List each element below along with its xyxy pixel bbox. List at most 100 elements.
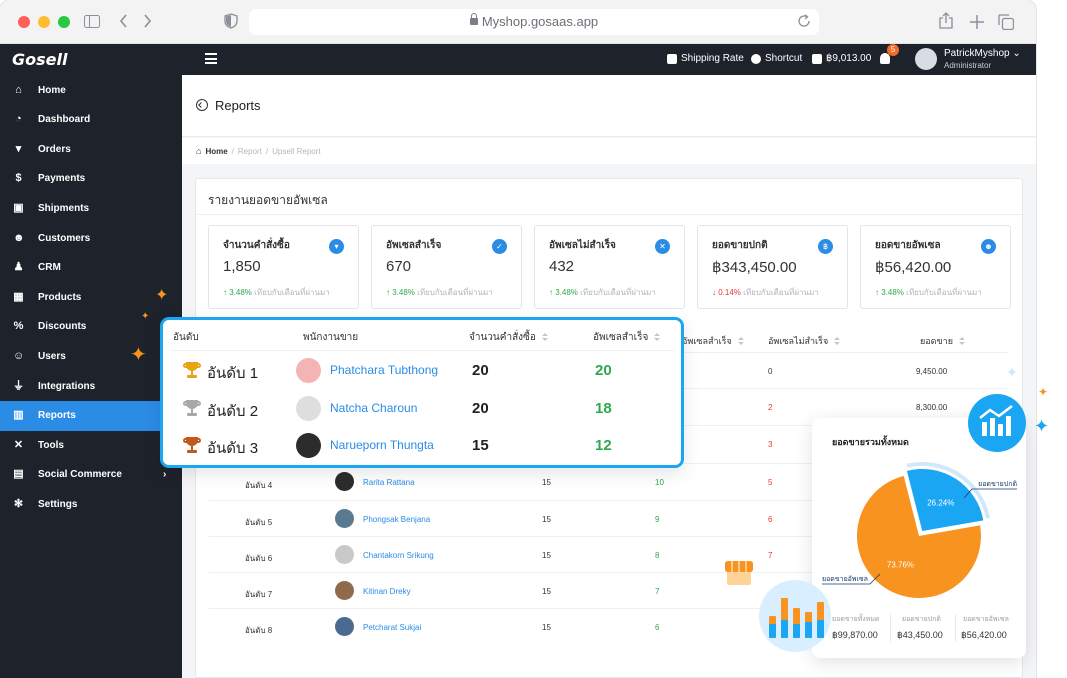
rank-cell: อันดับ 8 bbox=[245, 626, 273, 635]
staff-name-link[interactable]: Natcha Charoun bbox=[330, 401, 417, 415]
browser-toolbar: Myshop.gosaas.app bbox=[0, 0, 1036, 44]
col-header-fail[interactable]: อัพเซลไม่สำเร็จ bbox=[768, 334, 841, 348]
products-icon: ▦ bbox=[13, 290, 24, 303]
dollar-icon: $ bbox=[15, 172, 22, 185]
url-text: Myshop.gosaas.app bbox=[481, 14, 599, 29]
col-header-sales[interactable]: ยอดขาย bbox=[920, 334, 966, 348]
sort-icon[interactable] bbox=[654, 332, 661, 341]
back-arrow-icon[interactable] bbox=[119, 14, 128, 28]
popup-header-staff: พนักงานขาย bbox=[303, 332, 359, 343]
shield-icon[interactable] bbox=[224, 13, 238, 29]
sparkle-icon: ✦ bbox=[1006, 364, 1018, 380]
home-icon: ⌂ bbox=[15, 83, 22, 96]
staff-name-link[interactable]: Kitinan Dreky bbox=[363, 587, 411, 596]
breadcrumb-home[interactable]: Home bbox=[205, 147, 227, 156]
chevron-right-icon[interactable]: › bbox=[163, 469, 166, 480]
forward-arrow-icon[interactable] bbox=[143, 14, 152, 28]
breadcrumb-report[interactable]: Report bbox=[238, 147, 262, 156]
sidebar-item-settings[interactable]: ✻ Settings bbox=[0, 489, 182, 519]
shop-icon bbox=[725, 561, 753, 585]
shortcut-link[interactable]: Shortcut bbox=[751, 53, 802, 64]
close-window-button[interactable] bbox=[18, 16, 30, 28]
sidebar-item-customers[interactable]: ☻ Customers bbox=[0, 223, 182, 253]
sidebar-item-home[interactable]: ⌂ Home bbox=[0, 75, 182, 105]
sort-icon[interactable] bbox=[959, 337, 966, 346]
gosell-logo[interactable]: Gosell bbox=[12, 50, 67, 69]
popup-header-rank: อันดับ bbox=[173, 332, 199, 343]
user-name[interactable]: PatrickMyshop ⌄ bbox=[944, 48, 1021, 59]
popup-header-success[interactable]: อัพเซลสำเร็จ bbox=[593, 330, 661, 345]
rank-cell: อันดับ 5 bbox=[245, 518, 273, 527]
stat-change: ↑ 3.48% เทียบกับเดือนที่ผ่านมา bbox=[386, 286, 493, 299]
sparkle-icon: ✦ bbox=[155, 287, 169, 304]
minimize-window-button[interactable] bbox=[38, 16, 50, 28]
back-circle-icon[interactable] bbox=[196, 99, 208, 111]
reports-icon: ▥ bbox=[13, 409, 24, 422]
footer-normal-value: ฿43,450.00 bbox=[897, 630, 943, 640]
col-header-success[interactable]: อัพเซลสำเร็จ bbox=[682, 334, 744, 348]
rank-label: อันดับ 3 bbox=[207, 440, 259, 457]
breadcrumb-current: Upsell Report bbox=[272, 146, 321, 156]
staff-name-link[interactable]: Phatchara Tubthong bbox=[330, 363, 438, 377]
sidebar-item-label: Integrations bbox=[38, 380, 96, 392]
address-bar[interactable]: Myshop.gosaas.app bbox=[249, 9, 819, 35]
new-tab-icon[interactable] bbox=[970, 15, 984, 29]
total-sales-pie-chart: 73.76% 26.24% ยอดขายปกติยอดขายอัพเซล bbox=[822, 461, 1017, 598]
tabs-overview-icon[interactable] bbox=[998, 14, 1014, 30]
sidebar-item-label: Payments bbox=[38, 173, 86, 185]
sidebar-toggle-icon[interactable] bbox=[84, 15, 100, 28]
popup-header-orders[interactable]: จำนวนคำสั่งซื้อ bbox=[469, 330, 548, 345]
menu-toggle-icon[interactable] bbox=[205, 53, 217, 64]
zoom-window-button[interactable] bbox=[58, 16, 70, 28]
staff-name-link[interactable]: Phongsak Benjana bbox=[363, 515, 430, 524]
pie-slice-value-label: 26.24% bbox=[927, 498, 954, 507]
user-avatar[interactable] bbox=[915, 48, 937, 70]
avatar bbox=[335, 509, 354, 528]
sidebar-item-social-commerce[interactable]: ▤ Social Commerce › bbox=[0, 460, 182, 490]
sort-icon[interactable] bbox=[834, 337, 841, 346]
sidebar-item-orders[interactable]: ▾ Orders bbox=[0, 134, 182, 164]
calculator-icon bbox=[667, 53, 677, 64]
sidebar-item-reports[interactable]: ▥ Reports bbox=[0, 400, 182, 431]
sidebar: ⌂ Home ◔ Dashboard ▾ Orders $ Payments ▣ Shipment… bbox=[0, 75, 182, 678]
sort-icon[interactable] bbox=[737, 337, 744, 346]
sidebar-item-label: Orders bbox=[38, 143, 71, 155]
success-cell: 9 bbox=[655, 515, 660, 524]
sidebar-item-tools[interactable]: ✕ Tools bbox=[0, 430, 182, 460]
stat-change-percent: 3.48% bbox=[881, 288, 904, 297]
sort-icon[interactable] bbox=[541, 332, 548, 341]
stat-change: ↑ 3.48% เทียบกับเดือนที่ผ่านมา bbox=[549, 286, 656, 299]
sidebar-item-users[interactable]: ☺ Users bbox=[0, 341, 182, 371]
sidebar-item-shipments[interactable]: ▣ Shipments bbox=[0, 193, 182, 223]
sidebar-item-label: Social Commerce bbox=[38, 469, 122, 481]
reload-icon[interactable] bbox=[797, 14, 811, 28]
crm-icon: ♟ bbox=[13, 261, 24, 274]
stat-card-2: อัพเซลสำเร็จ ✓ 670 ↑ 3.48% เทียบกับเดือนที่… bbox=[371, 225, 522, 309]
top3-row[interactable]: อันดับ 2 Natcha Charoun 20 18 bbox=[163, 391, 681, 427]
home-icon[interactable]: ⌂ bbox=[196, 146, 201, 156]
shipping-rate-link[interactable]: Shipping Rate bbox=[667, 53, 744, 64]
rank-cell: อันดับ 7 bbox=[245, 590, 273, 599]
bar-chart-illustration-icon bbox=[759, 580, 831, 652]
fail-cell: 3 bbox=[768, 440, 773, 449]
staff-name-link[interactable]: Petcharat Sukjai bbox=[363, 623, 421, 632]
sidebar-item-dashboard[interactable]: ◔ Dashboard bbox=[0, 105, 182, 135]
stat-change-note: เทียบกับเดือนที่ผ่านมา bbox=[417, 288, 493, 297]
wallet-balance[interactable]: ฿9,013.00 bbox=[812, 53, 871, 64]
sidebar-item-payments[interactable]: $ Payments bbox=[0, 164, 182, 194]
top3-row[interactable]: อันดับ 1 Phatchara Tubthong 20 20 bbox=[163, 353, 681, 389]
staff-name-link[interactable]: Chantakorn Srikung bbox=[363, 551, 434, 560]
sidebar-item-integrations[interactable]: ⏚ Integrations bbox=[0, 371, 182, 401]
avatar bbox=[296, 358, 321, 383]
success-cell: 7 bbox=[655, 587, 660, 596]
lock-icon bbox=[469, 13, 478, 25]
sidebar-item-discounts[interactable]: % Discounts bbox=[0, 312, 182, 342]
stat-label: จำนวนคำสั่งซื้อ bbox=[223, 240, 290, 251]
top3-row[interactable]: อันดับ 3 Narueporn Thungta 15 12 bbox=[163, 428, 681, 464]
stat-change-note: เทียบกับเดือนที่ผ่านมา bbox=[254, 288, 330, 297]
staff-name-link[interactable]: Narueporn Thungta bbox=[330, 438, 434, 452]
staff-name-link[interactable]: Rarita Rattana bbox=[363, 478, 415, 487]
stat-change-note: เทียบกับเดือนที่ผ่านมา bbox=[580, 288, 656, 297]
share-icon[interactable] bbox=[939, 12, 953, 29]
sidebar-item-crm[interactable]: ♟ CRM bbox=[0, 253, 182, 283]
